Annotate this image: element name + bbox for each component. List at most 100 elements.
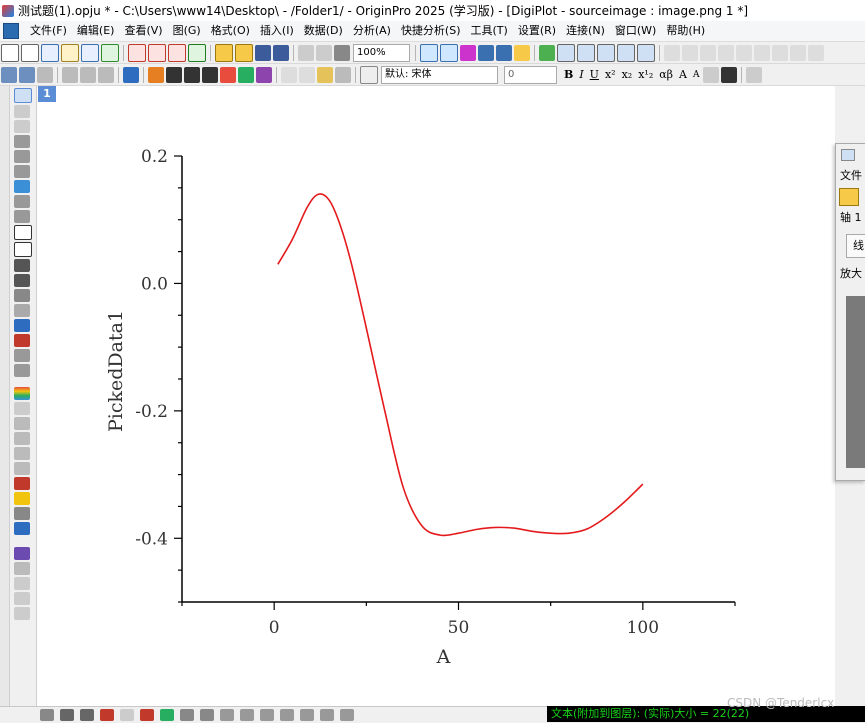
line-tool-icon[interactable] (14, 274, 30, 287)
new-folder-icon[interactable] (21, 43, 39, 62)
increase-font-button[interactable]: A (679, 68, 687, 81)
filter-icon[interactable] (754, 44, 770, 61)
menu-format[interactable]: 格式(O) (206, 21, 255, 41)
new-sheet-icon[interactable] (61, 43, 79, 62)
palette-icon[interactable] (14, 387, 30, 400)
zoom-in-icon[interactable] (14, 105, 30, 118)
menu-data[interactable]: 数据(D) (299, 21, 348, 41)
arrow-tool-icon[interactable] (14, 259, 30, 272)
pie-icon[interactable] (160, 709, 174, 721)
pointer-icon[interactable] (14, 88, 32, 103)
scatter-icon[interactable] (60, 709, 74, 721)
duplicate-icon[interactable] (440, 43, 458, 62)
new-workbook-icon[interactable] (41, 43, 59, 62)
panel-file-label[interactable]: 文件 (836, 166, 865, 186)
image-icon[interactable] (14, 334, 30, 347)
new-function-icon[interactable] (128, 43, 146, 62)
grid-tool-icon[interactable] (14, 432, 30, 445)
paste-icon[interactable] (317, 66, 333, 83)
list-tool-icon[interactable] (14, 462, 30, 475)
sqrt-icon[interactable] (14, 319, 30, 332)
save-template-icon[interactable] (273, 44, 289, 61)
menu-analysis[interactable]: 分析(A) (348, 21, 396, 41)
font-select[interactable]: 默认: 宋体 (381, 65, 498, 84)
cut-icon[interactable] (281, 66, 297, 83)
column-icon[interactable] (100, 709, 114, 721)
subscript-button[interactable]: x₂ (622, 68, 633, 81)
new-notes-icon[interactable] (168, 43, 186, 62)
import-icon[interactable] (298, 44, 314, 61)
layer-number-badge[interactable]: 1 (38, 86, 56, 102)
workbook-icon[interactable] (3, 23, 19, 39)
hand-icon[interactable] (14, 304, 30, 317)
x-icon[interactable] (14, 562, 30, 575)
zoom-rect-icon[interactable] (80, 66, 96, 83)
annotation-icon[interactable] (637, 43, 655, 62)
data-info-icon[interactable] (14, 165, 30, 178)
stat-plot-icon[interactable] (300, 709, 314, 721)
menu-view[interactable]: 查看(V) (119, 21, 167, 41)
new-matrix-icon[interactable] (81, 43, 99, 62)
open-folder-icon[interactable] (839, 188, 859, 206)
region-icon[interactable] (617, 43, 635, 62)
refresh-icon[interactable] (420, 43, 438, 62)
copy-page-icon[interactable] (808, 44, 824, 61)
code-builder-icon[interactable] (460, 44, 476, 61)
line-symbol-icon[interactable] (80, 709, 94, 721)
marker-icon[interactable] (14, 577, 30, 590)
new-layout-icon[interactable] (148, 43, 166, 62)
redo-icon[interactable] (335, 66, 351, 83)
mask-tool-icon[interactable] (14, 195, 30, 208)
color-map-icon[interactable] (14, 477, 30, 490)
menu-settings[interactable]: 设置(R) (513, 21, 561, 41)
menu-quick-analysis[interactable]: 快捷分析(S) (396, 21, 466, 41)
zoom-select[interactable]: 100% (353, 43, 410, 62)
align-icon[interactable] (703, 66, 720, 83)
superscript-button[interactable]: x² (605, 68, 616, 81)
region-tool-icon[interactable] (14, 180, 30, 193)
data-reader-icon[interactable] (539, 44, 555, 61)
export-icon[interactable] (316, 44, 332, 61)
m-icon[interactable] (14, 547, 30, 560)
pan-icon[interactable] (62, 66, 78, 83)
graph-page[interactable] (37, 86, 835, 706)
line-style-icon[interactable] (40, 709, 54, 721)
project-explorer-icon[interactable] (514, 44, 530, 61)
new-graph-icon[interactable] (101, 43, 119, 62)
sqrt2-icon[interactable] (14, 522, 30, 535)
italic-button[interactable]: I (579, 68, 583, 81)
polar-icon[interactable] (280, 709, 294, 721)
add-plot-icon[interactable] (238, 66, 254, 83)
moon-icon[interactable] (790, 44, 806, 61)
results-log-icon[interactable] (478, 44, 494, 61)
merge-icon[interactable] (184, 66, 200, 83)
font-color-icon[interactable] (721, 66, 738, 83)
panel-axis-label[interactable]: 轴 1 (836, 208, 865, 228)
contour-icon[interactable] (200, 709, 214, 721)
data-selector-icon[interactable] (557, 43, 575, 62)
crosshair-icon[interactable] (14, 150, 30, 163)
sort-icon[interactable] (772, 44, 788, 61)
new-project-icon[interactable] (1, 43, 19, 62)
person-icon[interactable] (14, 607, 30, 620)
plot-tool-icon[interactable] (14, 447, 30, 460)
layer-icon[interactable] (148, 66, 164, 83)
save-project-icon[interactable] (255, 44, 271, 61)
stack-icon[interactable] (14, 364, 30, 377)
zoom-out-icon[interactable] (14, 120, 30, 133)
menu-window[interactable]: 窗口(W) (610, 21, 661, 41)
menu-edit[interactable]: 编辑(E) (72, 21, 120, 41)
3d-icon[interactable] (240, 709, 254, 721)
matrix-icon[interactable] (14, 507, 30, 520)
open-template-icon[interactable] (235, 43, 253, 62)
menu-connect[interactable]: 连接(N) (561, 21, 610, 41)
globe-icon[interactable] (14, 402, 30, 415)
ternary-icon[interactable] (260, 709, 274, 721)
digitizer-panel[interactable]: 文件 轴 1 线 放大 (835, 143, 865, 481)
area-icon[interactable] (120, 709, 134, 721)
greek-button[interactable]: αβ (659, 68, 673, 81)
menu-tools[interactable]: 工具(T) (466, 21, 513, 41)
open-icon[interactable] (215, 43, 233, 62)
add-layer-icon[interactable] (166, 66, 182, 83)
legend-icon[interactable] (220, 66, 236, 83)
